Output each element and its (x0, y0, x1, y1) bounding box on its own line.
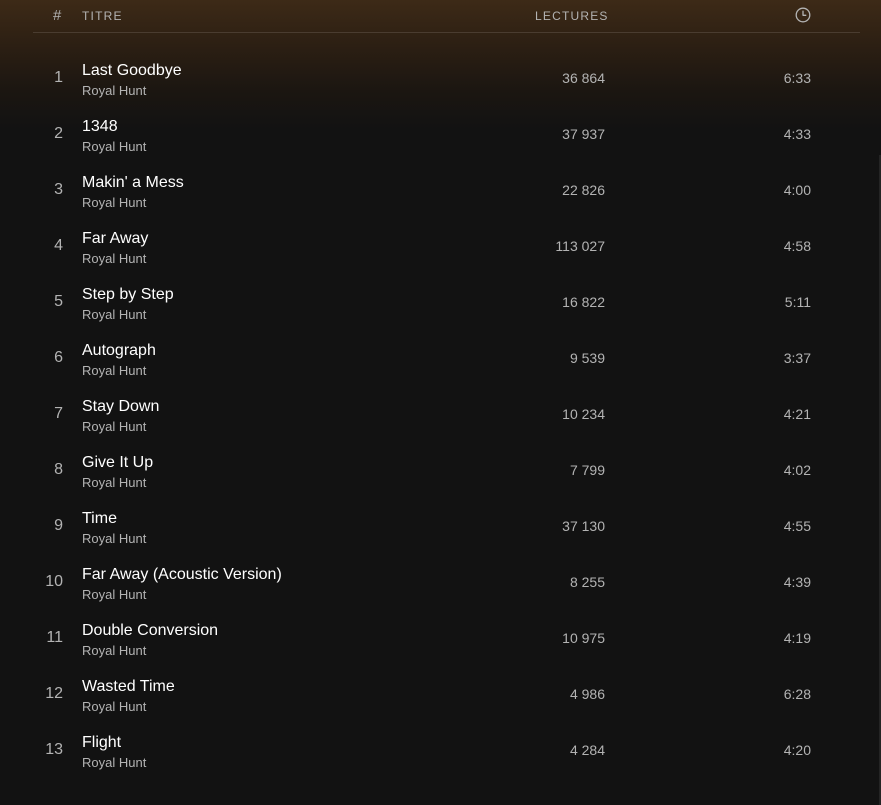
track-duration: 4:19 (783, 630, 811, 646)
track-number: 13 (45, 741, 63, 758)
track-title[interactable]: Time (82, 510, 117, 528)
track-title[interactable]: Autograph (82, 342, 156, 360)
track-duration: 4:00 (783, 182, 811, 198)
track-row[interactable]: 13 Flight Royal Hunt 4 284 4:20 (33, 722, 860, 778)
track-number: 1 (54, 69, 63, 86)
track-play-count: 36 864 (562, 70, 605, 86)
track-duration: 4:21 (783, 406, 811, 422)
track-number: 8 (54, 461, 63, 478)
track-duration: 6:28 (783, 686, 811, 702)
track-artist-link[interactable]: Royal Hunt (82, 363, 146, 378)
track-artist-link[interactable]: Royal Hunt (82, 643, 146, 658)
track-play-count: 10 234 (562, 406, 605, 422)
track-artist-link[interactable]: Royal Hunt (82, 139, 146, 154)
tracklist: # TITRE LECTURES 1 Last Goodbye Royal Hunt… (0, 0, 881, 805)
track-duration: 4:58 (783, 238, 811, 254)
track-title[interactable]: Give It Up (82, 454, 153, 472)
track-rows: 1 Last Goodbye Royal Hunt 36 864 6:33 2 1348 Ro… (33, 50, 860, 778)
track-play-count: 9 539 (569, 350, 605, 366)
track-number: 9 (54, 517, 63, 534)
track-title[interactable]: Stay Down (82, 398, 159, 416)
track-row[interactable]: 5 Step by Step Royal Hunt 16 822 5:11 (33, 274, 860, 330)
track-title[interactable]: Flight (82, 734, 121, 752)
column-header-title: TITRE (82, 9, 123, 23)
column-header-plays: LECTURES (535, 9, 609, 23)
track-row[interactable]: 4 Far Away Royal Hunt 113 027 4:58 (33, 218, 860, 274)
track-duration: 6:33 (783, 70, 811, 86)
track-play-count: 113 027 (555, 238, 605, 254)
track-title[interactable]: Far Away (Acoustic Version) (82, 566, 282, 584)
column-header-number: # (53, 7, 62, 24)
track-duration: 4:33 (783, 126, 811, 142)
track-row[interactable]: 12 Wasted Time Royal Hunt 4 986 6:28 (33, 666, 860, 722)
track-title[interactable]: Double Conversion (82, 622, 218, 640)
track-duration: 4:02 (783, 462, 811, 478)
track-title[interactable]: Far Away (82, 230, 148, 248)
track-row[interactable]: 1 Last Goodbye Royal Hunt 36 864 6:33 (33, 50, 860, 106)
track-title[interactable]: Last Goodbye (82, 62, 182, 80)
track-row[interactable]: 9 Time Royal Hunt 37 130 4:55 (33, 498, 860, 554)
track-duration: 4:55 (783, 518, 811, 534)
track-play-count: 37 130 (562, 518, 605, 534)
track-number: 12 (45, 685, 63, 702)
track-play-count: 4 986 (569, 686, 605, 702)
track-row[interactable]: 11 Double Conversion Royal Hunt 10 975 4:19 (33, 610, 860, 666)
track-play-count: 8 255 (569, 574, 605, 590)
track-play-count: 10 975 (562, 630, 605, 646)
track-row[interactable]: 8 Give It Up Royal Hunt 7 799 4:02 (33, 442, 860, 498)
track-play-count: 22 826 (562, 182, 605, 198)
track-row[interactable]: 2 1348 Royal Hunt 37 937 4:33 (33, 106, 860, 162)
track-number: 6 (54, 349, 63, 366)
track-row[interactable]: 7 Stay Down Royal Hunt 10 234 4:21 (33, 386, 860, 442)
track-play-count: 4 284 (569, 742, 605, 758)
track-artist-link[interactable]: Royal Hunt (82, 307, 146, 322)
track-number: 10 (45, 573, 63, 590)
track-number: 11 (46, 629, 63, 646)
track-row[interactable]: 3 Makin' a Mess Royal Hunt 22 826 4:00 (33, 162, 860, 218)
track-play-count: 37 937 (562, 126, 605, 142)
tracklist-header: # TITRE LECTURES (33, 0, 860, 33)
track-number: 5 (54, 293, 63, 310)
track-duration: 3:37 (783, 350, 811, 366)
track-number: 2 (54, 125, 63, 142)
track-duration: 4:20 (783, 742, 811, 758)
track-number: 7 (54, 405, 63, 422)
track-title[interactable]: Makin' a Mess (82, 174, 184, 192)
track-row[interactable]: 10 Far Away (Acoustic Version) Royal Hunt 8… (33, 554, 860, 610)
track-row[interactable]: 6 Autograph Royal Hunt 9 539 3:37 (33, 330, 860, 386)
track-artist-link[interactable]: Royal Hunt (82, 587, 146, 602)
track-play-count: 7 799 (569, 462, 605, 478)
track-play-count: 16 822 (562, 294, 605, 310)
track-artist-link[interactable]: Royal Hunt (82, 475, 146, 490)
track-artist-link[interactable]: Royal Hunt (82, 531, 146, 546)
track-title[interactable]: 1348 (82, 118, 118, 136)
track-number: 4 (54, 237, 63, 254)
track-title[interactable]: Wasted Time (82, 678, 175, 696)
track-artist-link[interactable]: Royal Hunt (82, 755, 146, 770)
clock-icon (795, 7, 811, 23)
track-duration: 5:11 (784, 294, 811, 310)
track-duration: 4:39 (783, 574, 811, 590)
track-artist-link[interactable]: Royal Hunt (82, 419, 146, 434)
track-number: 3 (54, 181, 63, 198)
track-title[interactable]: Step by Step (82, 286, 174, 304)
track-artist-link[interactable]: Royal Hunt (82, 699, 146, 714)
track-artist-link[interactable]: Royal Hunt (82, 251, 146, 266)
track-artist-link[interactable]: Royal Hunt (82, 83, 146, 98)
track-artist-link[interactable]: Royal Hunt (82, 195, 146, 210)
